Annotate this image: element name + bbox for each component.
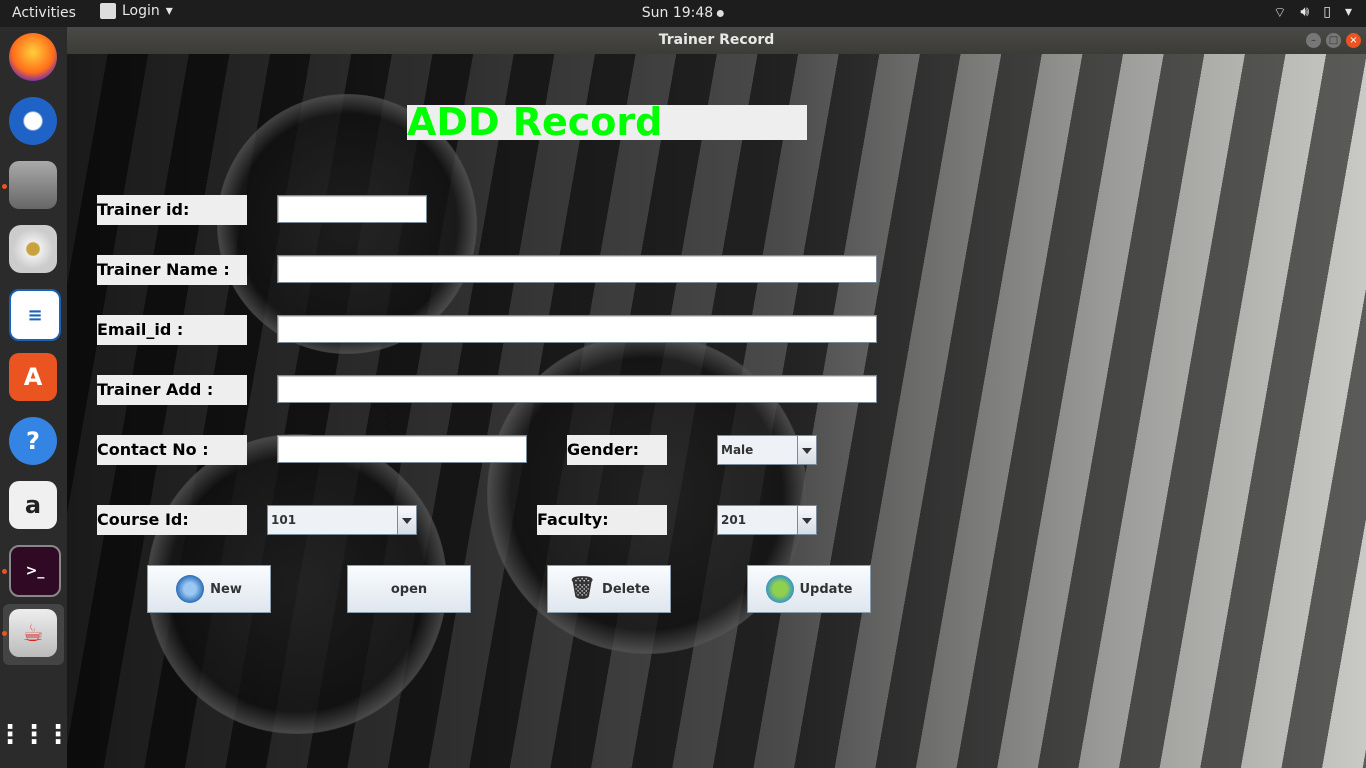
show-apps-icon[interactable]: ⋮⋮⋮ — [0, 711, 71, 759]
clock-text: Sun 19:48 — [641, 5, 714, 21]
amazon-icon[interactable]: a — [9, 481, 57, 529]
chevron-down-icon[interactable] — [397, 506, 416, 534]
trash-icon: 🗑︎ — [568, 576, 596, 601]
terminal-icon[interactable]: >_ — [9, 545, 61, 597]
app-menu[interactable]: Login ▾ — [100, 3, 173, 19]
new-button[interactable]: New — [147, 565, 271, 613]
top-bar: Activities Login ▾ Sun 19:48 ⌔ 🔊︎ ▯ ▾ — [0, 0, 1366, 27]
close-button[interactable]: × — [1346, 33, 1361, 48]
help-icon[interactable]: ? — [9, 417, 57, 465]
window-title: Trainer Record — [658, 32, 775, 48]
delete-button[interactable]: 🗑︎ Delete — [547, 565, 671, 613]
files-icon[interactable] — [9, 161, 57, 209]
course-id-select[interactable]: 101 — [267, 505, 417, 535]
wifi-icon: ⌔ — [1273, 5, 1287, 21]
writer-icon[interactable]: ≡ — [9, 289, 61, 341]
update-icon — [765, 575, 794, 603]
running-indicator — [2, 184, 7, 189]
volume-icon: 🔊︎ — [1300, 4, 1310, 20]
rhythmbox-icon[interactable] — [9, 225, 57, 273]
contact-input[interactable] — [277, 435, 527, 463]
new-record-icon — [176, 575, 205, 603]
thunderbird-icon[interactable] — [9, 97, 57, 145]
app-menu-label: Login — [122, 3, 160, 19]
contact-label: Contact No : — [97, 435, 247, 465]
chevron-down-icon[interactable] — [797, 436, 816, 464]
delete-button-label: Delete — [602, 581, 650, 597]
running-indicator — [2, 631, 7, 636]
gender-label: Gender: — [567, 435, 667, 465]
update-button[interactable]: Update — [747, 565, 871, 613]
system-tray[interactable]: ⌔ 🔊︎ ▯ ▾ — [1273, 4, 1352, 22]
chevron-down-icon[interactable] — [797, 506, 816, 534]
email-label: Email_id : — [97, 315, 247, 345]
faculty-label: Faculty: — [537, 505, 667, 535]
gender-value: Male — [721, 443, 754, 457]
maximize-button[interactable]: □ — [1326, 33, 1341, 48]
trainer-name-label: Trainer Name : — [97, 255, 247, 285]
battery-icon: ▯ — [1323, 4, 1331, 20]
trainer-id-label: Trainer id: — [97, 195, 247, 225]
course-id-value: 101 — [271, 513, 297, 527]
running-indicator — [2, 569, 7, 574]
firefox-icon[interactable] — [9, 33, 57, 81]
trainer-add-label: Trainer Add : — [97, 375, 247, 405]
email-input[interactable] — [277, 315, 877, 343]
trainer-name-input[interactable] — [277, 255, 877, 283]
window-content: ADD Record Trainer id: Trainer Name : Em… — [67, 54, 1366, 768]
faculty-select[interactable]: 201 — [717, 505, 817, 535]
trainer-add-input[interactable] — [277, 375, 877, 403]
notification-dot — [717, 9, 725, 17]
open-button[interactable]: open — [347, 565, 471, 613]
activities-button[interactable]: Activities — [12, 5, 76, 21]
gender-select[interactable]: Male — [717, 435, 817, 465]
chevron-down-icon: ▾ — [1344, 4, 1352, 20]
course-id-label: Course Id: — [97, 505, 247, 535]
window-titlebar[interactable]: Trainer Record – □ × — [67, 27, 1366, 54]
open-button-label: open — [390, 581, 428, 597]
dock: ≡ A ? a >_ ☕︎ ⋮⋮⋮ — [0, 27, 71, 768]
minimize-button[interactable]: – — [1306, 33, 1321, 48]
app-icon — [100, 3, 116, 19]
trainer-id-input[interactable] — [277, 195, 427, 223]
faculty-value: 201 — [721, 513, 747, 527]
page-title: ADD Record — [407, 103, 807, 141]
clock[interactable]: Sun 19:48 — [641, 5, 725, 21]
new-button-label: New — [210, 581, 242, 597]
update-button-label: Update — [799, 581, 853, 597]
software-icon[interactable]: A — [9, 353, 57, 401]
chevron-down-icon: ▾ — [165, 3, 173, 19]
java-icon[interactable]: ☕︎ — [9, 609, 57, 657]
